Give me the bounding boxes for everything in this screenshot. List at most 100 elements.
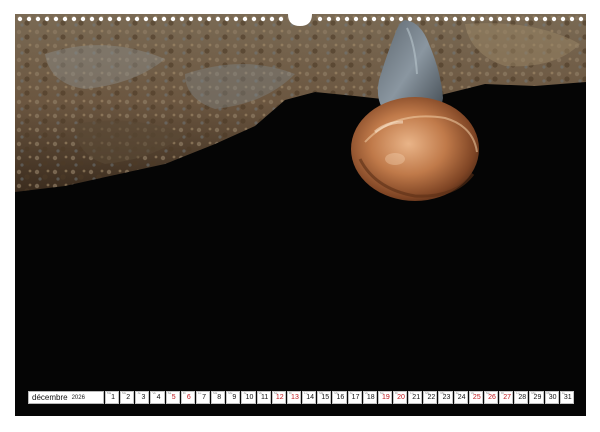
- weekday-label: Me: [122, 391, 127, 395]
- day-number: 15: [321, 394, 330, 401]
- day-cell: Di 20: [392, 391, 408, 404]
- day-number: 20: [397, 394, 405, 401]
- day-cell: Sa 19: [377, 391, 392, 404]
- weekday-label: Lu: [197, 391, 202, 395]
- spiral-binding: [14, 14, 586, 26]
- weekday-label: Me: [546, 391, 551, 395]
- binding-holes: [17, 14, 584, 26]
- day-cell: Di 13: [286, 391, 302, 404]
- day-number: 4: [156, 394, 161, 401]
- day-number: 7: [202, 394, 206, 401]
- year-label: 2026: [71, 394, 85, 401]
- day-number: 8: [217, 394, 222, 401]
- day-number: 9: [232, 394, 237, 401]
- photo-illustration: [15, 14, 586, 390]
- day-cell: Ve 11: [256, 391, 271, 404]
- day-cell: Lu 28: [514, 391, 529, 404]
- weekday-label: Ma: [319, 391, 324, 395]
- weekday-label: Ve: [258, 391, 263, 395]
- weekday-label: Ve: [470, 391, 475, 395]
- day-cell: Ve 4: [150, 391, 165, 404]
- day-cell: Ma 1: [105, 391, 120, 404]
- day-cell: Ve 18: [362, 391, 377, 404]
- day-number: 17: [351, 394, 360, 401]
- weekday-label: Sa: [379, 391, 384, 395]
- day-cell: Me 2: [120, 391, 135, 404]
- day-number: 29: [533, 394, 542, 401]
- weekday-label: Lu: [410, 391, 414, 395]
- weekday-label: Je: [349, 391, 353, 395]
- weekday-label: Je: [455, 391, 459, 395]
- day-cell: Sa 5: [165, 391, 180, 404]
- day-cell: Me 16: [332, 391, 347, 404]
- weekday-label: Je: [561, 391, 565, 395]
- day-number: 5: [171, 394, 176, 401]
- day-number: 11: [261, 394, 269, 401]
- day-number: 12: [275, 394, 284, 401]
- weekday-label: Lu: [304, 391, 308, 395]
- day-cell: Je 24: [453, 391, 468, 404]
- day-number: 26: [488, 394, 496, 401]
- weekday-label: Je: [137, 391, 141, 395]
- day-number: 6: [186, 394, 191, 401]
- day-cell: Ma 29: [529, 391, 544, 404]
- day-cell: Lu 21: [408, 391, 423, 404]
- day-number: 22: [427, 394, 436, 401]
- month-name: décembre: [32, 393, 68, 402]
- day-number: 10: [245, 394, 254, 401]
- weekday-label: Me: [228, 391, 233, 395]
- day-cell: Me 23: [438, 391, 453, 404]
- day-cell: Me 30: [544, 391, 559, 404]
- day-number: 30: [548, 394, 557, 401]
- day-number: 3: [141, 394, 146, 401]
- weekday-label: Me: [440, 391, 445, 395]
- day-number: 19: [381, 394, 390, 401]
- weekday-label: Ma: [107, 391, 112, 395]
- day-number: 21: [412, 394, 421, 401]
- weekday-label: Di: [288, 391, 292, 395]
- day-cell: Je 17: [347, 391, 362, 404]
- weekday-label: Di: [394, 391, 398, 395]
- day-number: 1: [111, 394, 116, 401]
- weekday-label: Ma: [425, 391, 430, 395]
- day-cell: Me 9: [226, 391, 241, 404]
- day-cell: Di 6: [180, 391, 195, 404]
- weekday-label: Ma: [213, 391, 218, 395]
- weekday-label: Lu: [516, 391, 520, 395]
- day-number: 18: [366, 394, 375, 401]
- month-label: décembre 2026: [28, 391, 104, 404]
- weekday-label: Ma: [531, 391, 536, 395]
- weekday-label: Di: [182, 391, 186, 395]
- day-cell: Ma 8: [211, 391, 226, 404]
- day-number: 13: [291, 394, 299, 401]
- day-number: 28: [518, 394, 527, 401]
- weekday-label: Sa: [485, 391, 490, 395]
- day-grid: Ma 1 Me 2 Je 3 Ve 4 Sa 5 Di 6 Lu 7 Ma 8 Me 9 Je 10 Ve 11 Sa 12 D…: [105, 391, 574, 404]
- day-cell: Je 10: [241, 391, 256, 404]
- day-number: 2: [126, 394, 131, 401]
- weekday-label: Ve: [364, 391, 369, 395]
- day-number: 14: [306, 394, 314, 401]
- photo-snail-on-rock: [15, 14, 586, 390]
- calendar-page: décembre 2026 Ma 1 Me 2 Je 3 Ve 4 Sa 5 Di 6 Lu 7 Ma 8 Me…: [0, 0, 600, 432]
- day-number: 24: [457, 394, 466, 401]
- day-cell: Lu 14: [302, 391, 317, 404]
- weekday-label: Sa: [273, 391, 278, 395]
- weekday-label: Di: [501, 391, 504, 395]
- day-number: 16: [336, 394, 345, 401]
- day-cell: Je 3: [135, 391, 150, 404]
- day-cell: Ma 15: [317, 391, 332, 404]
- weekday-label: Me: [334, 391, 339, 395]
- weekday-label: Je: [243, 391, 247, 395]
- day-number: 27: [503, 394, 512, 401]
- weekday-label: Ve: [152, 391, 156, 395]
- day-number: 23: [442, 394, 451, 401]
- day-cell: Sa 26: [483, 391, 499, 404]
- day-cell: Ve 25: [468, 391, 483, 404]
- day-cell: Di 27: [499, 391, 514, 404]
- day-cell: Lu 7: [195, 391, 211, 404]
- day-number: 25: [472, 394, 481, 401]
- day-cell: Sa 12: [271, 391, 286, 404]
- weekday-label: Sa: [167, 391, 172, 395]
- day-number: 31: [563, 394, 572, 401]
